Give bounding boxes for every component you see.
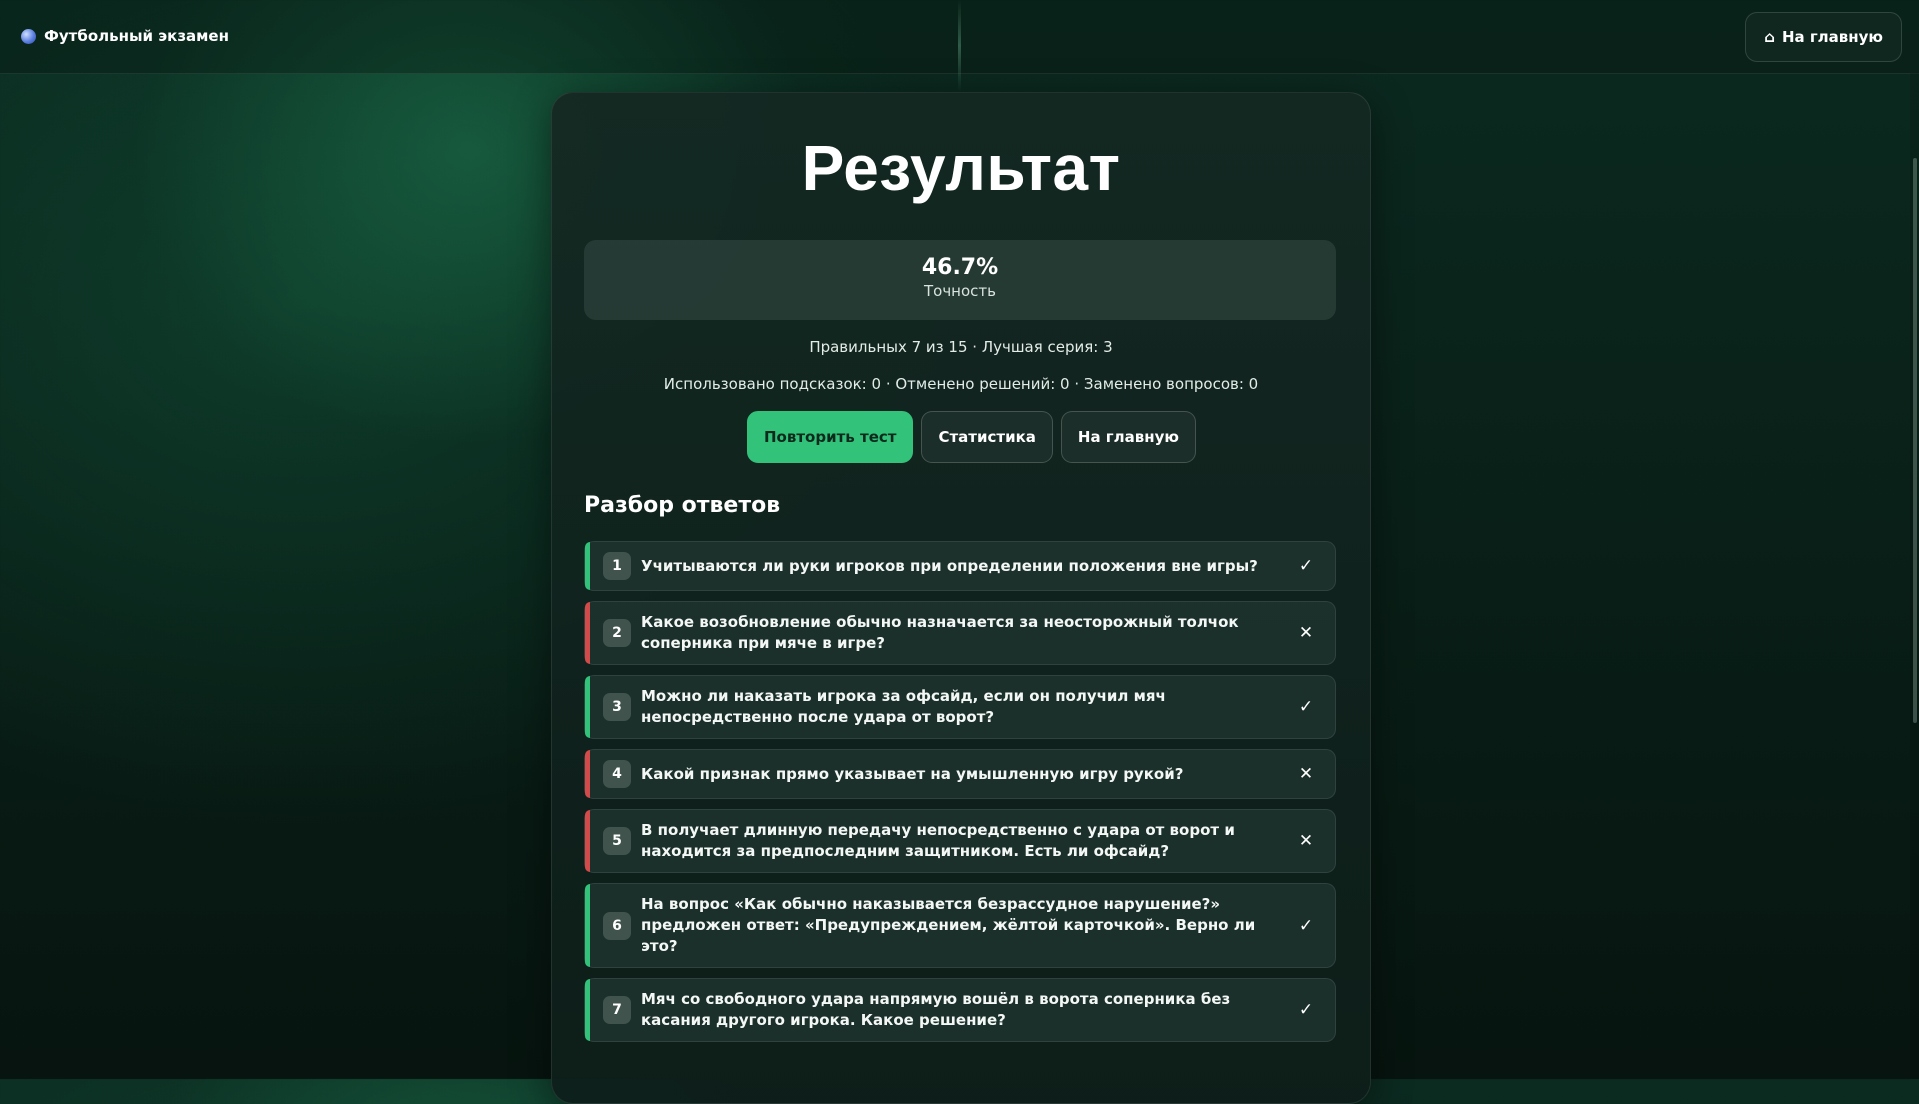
- home-button[interactable]: На главную: [1060, 411, 1196, 463]
- scrollbar[interactable]: [1910, 73, 1919, 1079]
- question-text: Какое возобновление обычно назначается з…: [641, 613, 1239, 652]
- question-number: 2: [603, 619, 631, 647]
- question-text: Мяч со свободного удара напрямую вошёл в…: [641, 990, 1231, 1029]
- answer-item[interactable]: 1 Учитываются ли руки игроков при опреде…: [584, 541, 1336, 591]
- question-text: В получает длинную передачу непосредстве…: [641, 821, 1235, 860]
- retry-button[interactable]: Повторить тест: [747, 411, 914, 463]
- cross-icon: ✕: [1298, 831, 1314, 851]
- review-heading: Разбор ответов: [584, 493, 781, 518]
- question-number: 7: [603, 996, 631, 1024]
- cross-icon: ✕: [1298, 623, 1314, 643]
- page-title: Результат: [801, 132, 1121, 204]
- check-icon: ✓: [1298, 915, 1314, 936]
- question-number: 4: [603, 760, 631, 788]
- answer-item[interactable]: 6 На вопрос «Как обычно наказывается без…: [584, 883, 1336, 968]
- answer-item[interactable]: 3 Можно ли наказать игрока за офсайд, ес…: [584, 675, 1336, 739]
- usage-summary: Использовано подсказок: 0 · Отменено реш…: [663, 375, 1259, 393]
- check-icon: ✓: [1298, 1000, 1314, 1020]
- question-number: 3: [603, 693, 631, 721]
- question-text: Можно ли наказать игрока за офсайд, если…: [641, 687, 1166, 726]
- question-number: 1: [603, 552, 631, 580]
- home-icon: ⌂: [1764, 28, 1775, 46]
- result-summary: Правильных 7 из 15 · Лучшая серия: 3: [809, 338, 1113, 356]
- check-icon: ✓: [1298, 697, 1314, 717]
- answer-item[interactable]: 4 Какой признак прямо указывает на умышл…: [584, 749, 1336, 799]
- brand[interactable]: Футбольный экзамен: [21, 27, 229, 45]
- accuracy-box: 46.7% Точность: [584, 240, 1336, 320]
- question-text: На вопрос «Как обычно наказывается безра…: [641, 895, 1256, 955]
- answers-list: 1 Учитываются ли руки игроков при опреде…: [584, 541, 1336, 1052]
- question-text: Какой признак прямо указывает на умышлен…: [641, 764, 1184, 783]
- question-text: Учитываются ли руки игроков при определе…: [641, 556, 1258, 575]
- accuracy-value: 46.7%: [921, 255, 999, 280]
- accuracy-label: Точность: [923, 282, 996, 300]
- statistics-button[interactable]: Статистика: [921, 411, 1053, 463]
- header-home-button[interactable]: ⌂ На главную: [1745, 12, 1902, 62]
- answer-item[interactable]: 5 В получает длинную передачу непосредст…: [584, 809, 1336, 873]
- action-buttons: Повторить тест Статистика На главную: [747, 411, 1196, 463]
- background-glow-line: [958, 0, 961, 92]
- check-icon: ✓: [1298, 556, 1314, 576]
- question-number: 6: [603, 911, 631, 940]
- scrollbar-thumb[interactable]: [1913, 158, 1917, 723]
- cross-icon: ✕: [1298, 764, 1314, 784]
- brand-title: Футбольный экзамен: [44, 27, 229, 45]
- answer-item[interactable]: 2 Какое возобновление обычно назначается…: [584, 601, 1336, 665]
- question-number: 5: [603, 827, 631, 855]
- globe-icon: [21, 28, 36, 44]
- result-card: Результат 46.7% Точность Правильных 7 из…: [551, 92, 1371, 1104]
- header-home-label: На главную: [1781, 28, 1883, 46]
- answer-item[interactable]: 7 Мяч со свободного удара напрямую вошёл…: [584, 978, 1336, 1042]
